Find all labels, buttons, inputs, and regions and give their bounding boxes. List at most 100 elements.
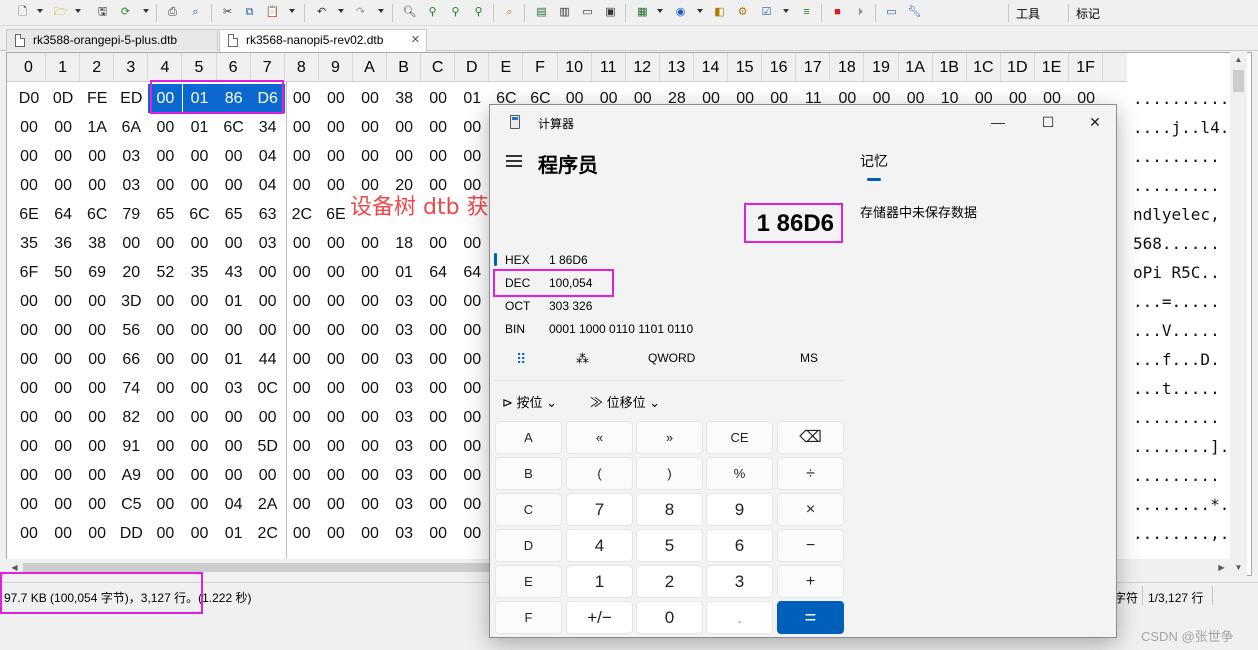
- hex-byte[interactable]: 00: [46, 432, 80, 461]
- hex-byte[interactable]: 00: [12, 113, 46, 142]
- hex-byte[interactable]: 65: [148, 200, 182, 229]
- hex-byte[interactable]: 04: [251, 142, 285, 171]
- bitshift-dropdown[interactable]: ≫ 位移位 ⌄: [590, 392, 660, 411]
- hex-byte[interactable]: 00: [353, 345, 387, 374]
- hex-byte[interactable]: 00: [183, 519, 217, 548]
- ascii-text[interactable]: ........*.: [1133, 490, 1229, 519]
- hex-byte[interactable]: 00: [12, 461, 46, 490]
- hex-byte[interactable]: 00: [319, 432, 353, 461]
- hscroll-thumb[interactable]: [23, 563, 543, 572]
- find-icon[interactable]: 🔍︎: [401, 4, 418, 21]
- browser-icon[interactable]: ◉: [672, 4, 689, 21]
- menu-icon[interactable]: [506, 154, 523, 168]
- calc-key[interactable]: (: [566, 457, 633, 490]
- calc-key[interactable]: D: [495, 529, 562, 562]
- hex-byte[interactable]: 00: [353, 461, 387, 490]
- hex-byte[interactable]: 00: [217, 316, 251, 345]
- save-as-icon[interactable]: ⟳: [117, 4, 134, 21]
- ascii-text[interactable]: .........: [1133, 171, 1220, 200]
- print-preview-icon[interactable]: ⌕: [187, 4, 204, 21]
- ascii-text[interactable]: ...=.....: [1133, 287, 1220, 316]
- hex-byte[interactable]: 00: [319, 113, 353, 142]
- hex-byte[interactable]: 01: [387, 258, 421, 287]
- save-dropdown-icon[interactable]: [143, 9, 149, 13]
- ascii-text[interactable]: 568......: [1133, 229, 1220, 258]
- scroll-thumb[interactable]: [1233, 70, 1244, 92]
- hex-byte[interactable]: 00: [353, 490, 387, 519]
- hex-byte[interactable]: 00: [285, 287, 319, 316]
- hex-byte[interactable]: 00: [353, 142, 387, 171]
- hex-byte[interactable]: 00: [455, 432, 489, 461]
- full-keypad-icon[interactable]: ⠿: [516, 351, 526, 368]
- calc-key[interactable]: 5: [636, 529, 703, 562]
- calc-key[interactable]: .: [706, 601, 773, 634]
- hex-byte[interactable]: 00: [46, 374, 80, 403]
- calc-key[interactable]: ): [636, 457, 703, 490]
- ascii-text[interactable]: .........: [1133, 403, 1220, 432]
- hex-byte[interactable]: 00: [319, 171, 353, 200]
- hex-byte[interactable]: 00: [455, 287, 489, 316]
- hex-byte[interactable]: 00: [319, 142, 353, 171]
- paste-dropdown-icon[interactable]: [289, 9, 295, 13]
- hex-byte[interactable]: 00: [80, 490, 114, 519]
- hex-byte[interactable]: 00: [421, 287, 455, 316]
- hex-byte[interactable]: 00: [353, 113, 387, 142]
- hex-byte[interactable]: 00: [12, 142, 46, 171]
- ascii-text[interactable]: oPi R5C..: [1133, 258, 1220, 287]
- hex-byte[interactable]: 00: [46, 142, 80, 171]
- hex-byte[interactable]: 1A: [80, 113, 114, 142]
- hex-byte[interactable]: 00: [353, 84, 387, 113]
- hex-byte[interactable]: 04: [217, 490, 251, 519]
- hex-byte[interactable]: 00: [80, 142, 114, 171]
- hex-byte[interactable]: 6C: [80, 200, 114, 229]
- hex-byte[interactable]: 00: [421, 229, 455, 258]
- hex-byte[interactable]: 00: [319, 287, 353, 316]
- hex-byte[interactable]: 00: [319, 258, 353, 287]
- hex-byte[interactable]: 20: [114, 258, 148, 287]
- hex-byte[interactable]: 00: [12, 519, 46, 548]
- hex-byte[interactable]: 6C: [217, 113, 251, 142]
- hex-byte[interactable]: 00: [421, 345, 455, 374]
- hex-byte[interactable]: 0D: [46, 84, 80, 113]
- hex-byte[interactable]: 00: [455, 519, 489, 548]
- tab-nanopi-dtb[interactable]: rk3568-nanopi5-rev02.dtb ✕: [219, 29, 427, 52]
- hex-byte[interactable]: 00: [217, 171, 251, 200]
- hex-byte[interactable]: 00: [46, 345, 80, 374]
- hex-byte[interactable]: 36: [46, 229, 80, 258]
- open-dropdown-icon[interactable]: [75, 9, 81, 13]
- word-size-button[interactable]: QWORD: [648, 351, 695, 365]
- hex-byte[interactable]: 00: [319, 229, 353, 258]
- cut-icon[interactable]: ✂: [219, 4, 236, 21]
- hex-byte[interactable]: 65: [217, 200, 251, 229]
- redo-dropdown-icon[interactable]: [378, 9, 384, 13]
- hex-byte[interactable]: 00: [148, 490, 182, 519]
- hex-byte[interactable]: 38: [387, 84, 421, 113]
- hex-byte[interactable]: 03: [387, 345, 421, 374]
- hex-byte[interactable]: 00: [12, 403, 46, 432]
- bitwise-dropdown[interactable]: ⊳ 按位 ⌄: [502, 392, 557, 411]
- hex-byte[interactable]: 00: [421, 461, 455, 490]
- vertical-scrollbar[interactable]: ▲ ▼: [1230, 52, 1247, 576]
- hex-byte[interactable]: 2C: [251, 519, 285, 548]
- hex-byte[interactable]: 00: [148, 374, 182, 403]
- hex-byte[interactable]: 00: [80, 316, 114, 345]
- hex-byte[interactable]: 00: [319, 374, 353, 403]
- hex-byte[interactable]: 00: [12, 432, 46, 461]
- hex-byte[interactable]: 00: [421, 519, 455, 548]
- hex-byte[interactable]: 00: [353, 403, 387, 432]
- find-previous-icon[interactable]: ⚲: [447, 4, 464, 21]
- hex-byte[interactable]: 3D: [114, 287, 148, 316]
- compare-icon[interactable]: ▣: [602, 4, 619, 21]
- hex-byte[interactable]: 35: [12, 229, 46, 258]
- hex-byte[interactable]: 00: [455, 142, 489, 171]
- hex-byte[interactable]: 52: [148, 258, 182, 287]
- hex-byte[interactable]: 00: [319, 316, 353, 345]
- hex-byte[interactable]: 00: [455, 345, 489, 374]
- hex-byte[interactable]: 00: [148, 229, 182, 258]
- hex-byte[interactable]: 00: [12, 316, 46, 345]
- calc-key[interactable]: 3: [706, 565, 773, 598]
- calc-key[interactable]: +/−: [566, 601, 633, 634]
- hex-byte[interactable]: 01: [217, 345, 251, 374]
- save-icon[interactable]: 🖫: [94, 4, 111, 21]
- hex-byte[interactable]: 03: [387, 316, 421, 345]
